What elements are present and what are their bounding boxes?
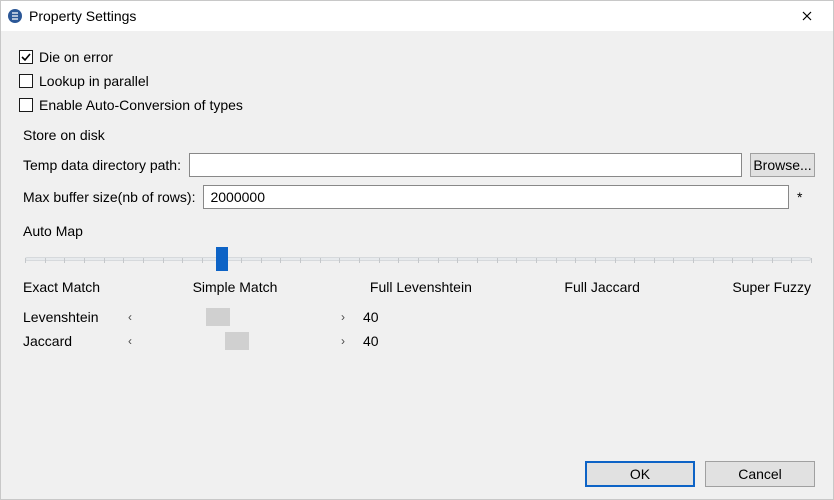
app-icon xyxy=(7,8,23,24)
slider-thumb[interactable] xyxy=(216,247,228,271)
scale-label: Simple Match xyxy=(193,279,278,295)
store-on-disk-label: Store on disk xyxy=(19,127,815,143)
checkbox-icon xyxy=(19,74,33,88)
param-slider[interactable]: ‹› xyxy=(124,307,349,327)
die-on-error-checkbox[interactable]: Die on error xyxy=(19,49,815,65)
param-name: Jaccard xyxy=(23,333,118,349)
slider-thumb[interactable] xyxy=(225,332,249,350)
param-slider[interactable]: ‹› xyxy=(124,331,349,351)
chevron-right-icon[interactable]: › xyxy=(337,334,349,348)
chevron-left-icon[interactable]: ‹ xyxy=(124,310,136,324)
titlebar: Property Settings xyxy=(1,1,833,31)
chevron-right-icon[interactable]: › xyxy=(337,310,349,324)
chevron-left-icon[interactable]: ‹ xyxy=(124,334,136,348)
auto-map-scale-labels: Exact Match Simple Match Full Levenshtein F… xyxy=(19,279,815,305)
close-button[interactable] xyxy=(787,1,827,31)
scale-label: Super Fuzzy xyxy=(732,279,811,295)
auto-conversion-checkbox[interactable]: Enable Auto-Conversion of types xyxy=(19,97,815,113)
scale-label: Exact Match xyxy=(23,279,100,295)
scale-label: Full Jaccard xyxy=(564,279,639,295)
param-row: Jaccard‹›40 xyxy=(19,329,815,353)
checkbox-icon xyxy=(19,50,33,64)
param-row: Levenshtein‹›40 xyxy=(19,305,815,329)
temp-path-row: Temp data directory path: Browse... xyxy=(19,153,815,177)
lookup-parallel-checkbox[interactable]: Lookup in parallel xyxy=(19,73,815,89)
required-marker: * xyxy=(797,189,815,205)
dialog-buttons: OK Cancel xyxy=(585,461,815,487)
max-buffer-row: Max buffer size(nb of rows): * xyxy=(19,185,815,209)
ok-button[interactable]: OK xyxy=(585,461,695,487)
window-title: Property Settings xyxy=(29,8,136,24)
param-name: Levenshtein xyxy=(23,309,118,325)
param-value: 40 xyxy=(363,309,403,325)
max-buffer-label: Max buffer size(nb of rows): xyxy=(23,189,195,205)
temp-path-label: Temp data directory path: xyxy=(23,157,181,173)
auto-map-label: Auto Map xyxy=(19,223,815,239)
max-buffer-input[interactable] xyxy=(203,185,789,209)
checkbox-label: Enable Auto-Conversion of types xyxy=(39,97,243,113)
auto-map-slider[interactable] xyxy=(25,247,811,271)
param-value: 40 xyxy=(363,333,403,349)
property-settings-dialog: Property Settings Die on error Lookup in… xyxy=(0,0,834,500)
cancel-button[interactable]: Cancel xyxy=(705,461,815,487)
temp-path-input[interactable] xyxy=(189,153,742,177)
checkbox-label: Die on error xyxy=(39,49,113,65)
client-area: Die on error Lookup in parallel Enable A… xyxy=(1,31,833,499)
checkbox-label: Lookup in parallel xyxy=(39,73,149,89)
checkbox-icon xyxy=(19,98,33,112)
scale-label: Full Levenshtein xyxy=(370,279,472,295)
slider-thumb[interactable] xyxy=(206,308,230,326)
browse-button[interactable]: Browse... xyxy=(750,153,815,177)
